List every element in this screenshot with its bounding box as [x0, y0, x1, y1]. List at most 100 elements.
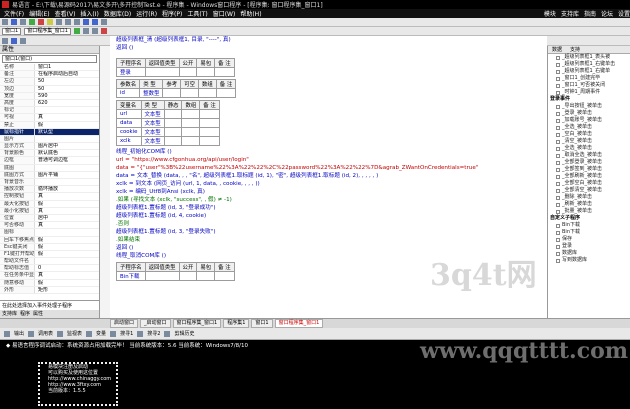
output-tab[interactable]: 监视表: [67, 330, 82, 337]
property-value[interactable]: [34, 258, 99, 265]
object-combo[interactable]: 窗口1: [2, 27, 22, 35]
left-tab[interactable]: 程序: [20, 310, 30, 318]
tree-item[interactable]: _刷新_被单击: [548, 201, 630, 208]
menu-item[interactable]: 查看(V): [55, 9, 76, 18]
property-row[interactable]: 图标: [0, 229, 99, 237]
var-cell[interactable]: [181, 136, 201, 146]
breakpoint-icon[interactable]: [100, 28, 107, 34]
sub-table[interactable]: 子程序名 返回值类型 公开 易包备 注 登录: [116, 58, 235, 77]
tree-item[interactable]: _加载账号_被单击: [548, 117, 630, 124]
undo-icon[interactable]: [83, 19, 89, 25]
property-value[interactable]: 真: [34, 272, 99, 279]
output-tab[interactable]: 剪辑历史: [174, 330, 194, 337]
copy-icon[interactable]: [65, 19, 71, 25]
menu-right-item[interactable]: 设置: [618, 9, 630, 18]
property-value[interactable]: [34, 179, 99, 186]
tree-item[interactable]: 写到数据库: [548, 257, 630, 264]
property-value[interactable]: 50: [34, 85, 99, 92]
menu-item[interactable]: 工具(T): [187, 9, 207, 18]
property-value[interactable]: 真: [34, 222, 99, 229]
find-icon[interactable]: [101, 19, 107, 25]
property-value[interactable]: 620: [34, 99, 99, 107]
grid-icon[interactable]: [2, 37, 8, 44]
align-left-icon[interactable]: [73, 28, 80, 34]
sub2-table[interactable]: 子程序名 返回值类型 公开 易包备 注 Bin下载: [116, 262, 235, 281]
output-tab[interactable]: 输出: [14, 330, 24, 337]
var-table[interactable]: 变量名类 型静态 数组备 注 url 文本型 data 文本型 cookie 文本型 xclk…: [116, 100, 220, 146]
tree-item[interactable]: _登录_被单击: [548, 110, 630, 117]
var-type[interactable]: 文本型: [140, 109, 165, 119]
property-value[interactable]: 50: [34, 78, 99, 85]
property-row[interactable]: 禁止假: [0, 121, 99, 129]
tree-item[interactable]: _超级列表框1_表头被: [548, 54, 630, 61]
property-row[interactable]: 播放次数 循环播放: [0, 186, 99, 194]
output-tab[interactable]: 搜寻2: [147, 330, 160, 337]
menu-item[interactable]: 插入(I): [80, 9, 98, 18]
paste-icon[interactable]: [74, 19, 80, 25]
property-row[interactable]: 最大化按钮假: [0, 200, 99, 208]
tree-item[interactable]: _全部签到_被单击: [548, 166, 630, 173]
param-cell[interactable]: [215, 88, 237, 98]
layout-icon[interactable]: [20, 37, 26, 44]
property-value[interactable]: 假: [34, 279, 99, 286]
property-row[interactable]: 背景颜色 默认底色: [0, 150, 99, 158]
param-table[interactable]: 参数名类 型参考 可空 数组备 注 id 整数型: [115, 79, 237, 98]
code-line[interactable]: 超级列表框1.置标题 (id, 3, "登录失败"): [110, 228, 547, 236]
param-cell[interactable]: [180, 88, 199, 98]
tree-item[interactable]: _时钟1_周期事件: [548, 89, 630, 96]
property-value[interactable]: 假: [34, 250, 99, 258]
menu-item[interactable]: 文件(F): [4, 9, 24, 18]
tree-item[interactable]: _取消全选_被单击: [548, 152, 630, 159]
run-icon[interactable]: [29, 19, 35, 25]
property-value[interactable]: 图片居中: [34, 143, 99, 150]
property-row[interactable]: 边框 普通可调边框: [0, 157, 99, 165]
property-row[interactable]: 背景音乐: [0, 179, 99, 187]
property-value[interactable]: 假: [34, 121, 99, 128]
property-value[interactable]: 窗口1: [34, 64, 99, 71]
var-row[interactable]: cookie 文本型: [116, 127, 220, 137]
property-row[interactable]: 位置 居中: [0, 214, 99, 223]
property-row[interactable]: 宽度 590: [0, 92, 99, 100]
menu-item[interactable]: 窗口(W): [213, 9, 236, 18]
var-type[interactable]: 文本型: [140, 136, 165, 146]
code-line[interactable]: .如果结束: [110, 236, 547, 244]
property-row[interactable]: 鼠标指针 默认型: [0, 128, 99, 136]
property-row[interactable]: 名称 窗口1: [0, 64, 99, 72]
tree-item[interactable]: _全选_被单击: [548, 145, 630, 152]
var-cell[interactable]: [199, 136, 220, 146]
sub-combo[interactable]: 窗口程序集_窗口1: [24, 27, 71, 35]
property-value[interactable]: 默认型: [34, 128, 99, 135]
cut-icon[interactable]: [56, 19, 62, 25]
tree-item[interactable]: _批量_被单击: [548, 208, 630, 215]
editor-tab[interactable]: _启动窗口: [140, 319, 171, 328]
tree-item[interactable]: _窗口1_创建完毕: [548, 75, 630, 82]
property-row[interactable]: 顶边 50: [0, 85, 99, 93]
property-value[interactable]: [34, 135, 99, 143]
property-row[interactable]: 底图: [0, 164, 99, 172]
var-type[interactable]: 文本型: [140, 118, 165, 128]
property-value[interactable]: 0: [34, 265, 99, 272]
property-row[interactable]: 高度 620: [0, 99, 99, 108]
tree-item[interactable]: _超级列表框1_右键单击: [548, 61, 630, 68]
var-type[interactable]: 文本型: [140, 127, 165, 137]
tree-item[interactable]: Bin下载: [548, 222, 630, 229]
property-value[interactable]: 假: [34, 243, 99, 250]
menu-right-item[interactable]: 指南: [584, 9, 596, 18]
property-row[interactable]: 帮助文件名: [0, 258, 99, 266]
var-name[interactable]: xclk: [116, 136, 142, 146]
property-row[interactable]: 帮助标志值 0: [0, 265, 99, 273]
property-row[interactable]: Esc键关闭假: [0, 243, 99, 251]
tree-tab[interactable]: 支持: [566, 46, 584, 53]
var-cell[interactable]: [199, 127, 220, 137]
var-name[interactable]: url: [116, 109, 142, 119]
code-line[interactable]: .否则: [110, 220, 547, 228]
tree-item[interactable]: _导出按钮_被单击: [548, 103, 630, 110]
property-value[interactable]: 在程序启动后自动: [34, 71, 99, 78]
property-row[interactable]: 控制按钮真: [0, 193, 99, 201]
tree-item[interactable]: 登录: [548, 243, 630, 250]
var-cell[interactable]: [181, 118, 201, 128]
var-cell[interactable]: [163, 118, 183, 128]
property-value[interactable]: 590: [34, 92, 99, 99]
editor-tab[interactable]: 程序集1: [223, 319, 250, 328]
editor-tab[interactable]: 窗口程序集_窗口1: [274, 319, 324, 328]
